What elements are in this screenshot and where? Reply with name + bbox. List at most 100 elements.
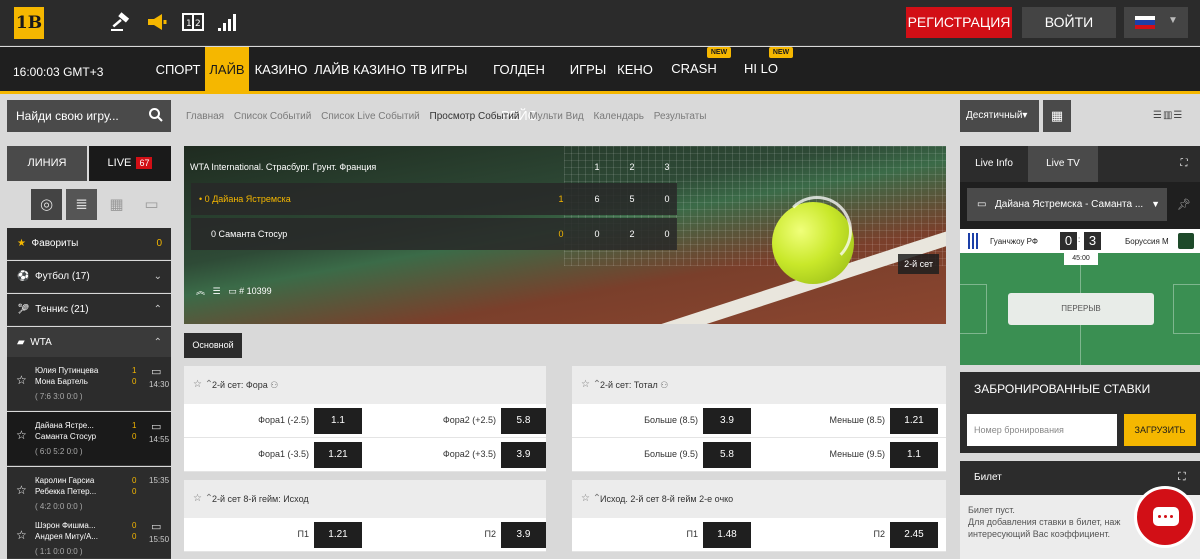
player-two: Мона Бартель <box>35 377 88 386</box>
odds-button[interactable]: 1.21 <box>314 442 362 468</box>
odds-button[interactable]: 2.45 <box>890 522 938 548</box>
stats-list-icon[interactable]: ☰ <box>213 286 221 296</box>
star-outline-icon[interactable]: ☆ ⌃ <box>581 480 601 518</box>
star-outline-icon[interactable]: ☆ <box>16 373 27 387</box>
odds-button[interactable]: 5.8 <box>703 442 751 468</box>
sidebar-favorites[interactable]: ★ Фавориты 0 <box>7 228 171 260</box>
nav-live-casino[interactable]: ЛАЙВ КАЗИНО <box>314 47 406 91</box>
outcome-label: П1 <box>297 529 309 539</box>
sets-two: 0 <box>132 532 137 541</box>
outcome-label: П2 <box>873 529 885 539</box>
brand-logo[interactable]: 1B <box>14 7 44 39</box>
sidebar-football[interactable]: ⚽ Футбол (17) ⌄ <box>7 261 171 293</box>
breadcrumb-results[interactable]: Результаты <box>654 111 707 122</box>
register-button[interactable]: РЕГИСТРАЦИЯ <box>906 7 1012 38</box>
sidebar-match[interactable]: ☆ Шэрон Фишма... Андрея Миту/А... ( 1:1 … <box>7 512 171 559</box>
odds-button[interactable]: 1.21 <box>890 408 938 434</box>
chat-button[interactable] <box>1134 486 1196 548</box>
tab-live[interactable]: LIVE 67 <box>89 146 171 181</box>
list-view-icon[interactable]: ≣ <box>66 189 97 220</box>
player-two-set1: 0 <box>594 229 600 239</box>
breadcrumb-calendar[interactable]: Календарь <box>594 111 644 122</box>
odds-button[interactable]: 1.1 <box>314 408 362 434</box>
player-one: Шэрон Фишма... <box>35 521 96 530</box>
breadcrumb-events[interactable]: Список Событий <box>234 111 312 122</box>
megaphone-icon[interactable] <box>145 12 169 34</box>
layout-list-icon[interactable]: ☰ <box>1153 110 1163 121</box>
breadcrumb-home[interactable]: Главная <box>186 111 224 122</box>
sidebar-tennis[interactable]: 🎾︎ Теннис (21) ⌃ <box>7 294 171 326</box>
star-outline-icon[interactable]: ☆ <box>16 483 27 497</box>
nav-casino[interactable]: КАЗИНО <box>252 47 310 91</box>
nav-golden-race[interactable]: ГОЛДЕН РЕЙС <box>474 47 564 123</box>
player-one-label: Дайана Ястремска <box>212 194 291 204</box>
layout-split-icon[interactable]: ▥ <box>1163 110 1173 121</box>
stats-icon: ⚇ <box>270 380 279 390</box>
sidebar-match[interactable]: ☆ Юлия Путинцева Мона Бартель ( 7:6 3:0 … <box>7 357 171 411</box>
nav-tv-games[interactable]: ТВ ИГРЫ <box>410 47 468 91</box>
star-outline-icon[interactable]: ☆ <box>16 428 27 442</box>
game-search-input[interactable]: Найди свою игру... <box>7 100 171 132</box>
breadcrumb-view-event[interactable]: Просмотр Событий <box>430 111 520 122</box>
booked-bets: ЗАБРОНИРОВАННЫЕ СТАВКИ Номер бронировани… <box>960 372 1200 453</box>
market-header[interactable]: ☆ ⌃ 2-й сет 8-й гейм: Исход <box>184 480 546 518</box>
grid-view-icon[interactable]: ▦ <box>101 189 132 220</box>
star-outline-icon[interactable]: ☆ <box>16 528 27 542</box>
odds-button[interactable]: 1.21 <box>314 522 362 548</box>
tab-main-markets[interactable]: Основной <box>184 333 242 358</box>
fullscreen-icon[interactable]: ⛶ <box>1174 146 1194 182</box>
calculator-icon[interactable]: ▦ <box>1043 100 1071 132</box>
monitor-icon[interactable]: ▭ <box>228 286 237 296</box>
player-one-sets: 1 <box>558 194 564 204</box>
search-icon[interactable] <box>148 107 164 123</box>
tab-line[interactable]: ЛИНИЯ <box>7 146 87 181</box>
layout-rows-icon[interactable]: ☰ <box>1173 110 1183 121</box>
monitor-icon[interactable]: ▭ <box>136 189 167 220</box>
match-select[interactable]: ▭ Дайана Ястремска - Саманта ... ▼ <box>967 188 1167 221</box>
stats-icon[interactable] <box>216 12 240 34</box>
sidebar-match[interactable]: ☆ Дайана Ястре... Саманта Стосур ( 6:0 5… <box>7 412 171 466</box>
market-header[interactable]: ☆ ⌃ Исход. 2-й сет 8-й гейм 2-е очко <box>572 480 946 518</box>
nav-live[interactable]: ЛАЙВ <box>205 47 249 91</box>
match-score: ( 7:6 3:0 0:0 ) <box>35 392 83 401</box>
market-title: 2-й сет: Фора <box>212 380 268 390</box>
nav-games[interactable]: ИГРЫ <box>568 47 608 91</box>
flag-ru-icon <box>1135 16 1155 29</box>
player-one: Юлия Путинцева <box>35 366 99 375</box>
booking-number-input[interactable]: Номер бронирования <box>967 414 1117 446</box>
gavel-icon[interactable] <box>109 12 133 34</box>
odds-button[interactable]: 3.9 <box>501 522 546 548</box>
nav-keno[interactable]: КЕНО <box>614 47 656 91</box>
odds-button[interactable]: 1.1 <box>890 442 938 468</box>
login-button[interactable]: ВОЙТИ <box>1022 7 1116 38</box>
odds-button[interactable]: 3.9 <box>703 408 751 434</box>
expand-icon[interactable]: ⛶ <box>1178 471 1186 484</box>
market-header[interactable]: ☆ ⌃ 2-й сет: Тотал ⚇ <box>572 366 946 404</box>
tab-live-info[interactable]: Live Info <box>960 146 1028 182</box>
penalty-box <box>1173 284 1200 334</box>
load-booking-button[interactable]: ЗАГРУЗИТЬ <box>1124 414 1196 446</box>
odds-button[interactable]: 3.9 <box>501 442 546 468</box>
collapse-icon[interactable]: ︽ <box>196 286 205 296</box>
globe-icon[interactable]: ◎ <box>31 189 62 220</box>
scoreboard-icon[interactable]: 12 <box>181 12 205 34</box>
odds-button[interactable]: 5.8 <box>501 408 546 434</box>
star-outline-icon[interactable]: ☆ ⌃ <box>193 366 213 404</box>
language-select[interactable]: ▼ <box>1124 7 1188 38</box>
player-one: Дайана Ястре... <box>35 421 94 430</box>
sidebar-wta[interactable]: ▰ WTA ⌃ <box>7 327 171 359</box>
odds-button[interactable]: 1.48 <box>703 522 751 548</box>
star-outline-icon[interactable]: ☆ ⌃ <box>193 480 213 518</box>
odds-format-select[interactable]: Десятичный▾ <box>960 100 1039 132</box>
sets-one: 1 <box>132 421 137 430</box>
home-score: 0 <box>1060 232 1077 250</box>
market-row: Фора1 (-3.5) 1.21 Фора2 (+3.5) 3.9 <box>184 438 546 472</box>
market-row: П1 1.48 П2 2.45 <box>572 518 946 552</box>
breadcrumb-live-events[interactable]: Список Live Событий <box>321 111 420 122</box>
nav-sport[interactable]: СПОРТ <box>153 47 203 91</box>
breadcrumb-multi-view[interactable]: Мульти Вид <box>529 111 584 122</box>
tab-live-tv[interactable]: Live TV <box>1028 146 1098 182</box>
star-outline-icon[interactable]: ☆ ⌃ <box>581 366 601 404</box>
market-header[interactable]: ☆ ⌃ 2-й сет: Фора ⚇ <box>184 366 546 404</box>
pin-icon[interactable]: 📌︎ <box>1177 198 1191 211</box>
